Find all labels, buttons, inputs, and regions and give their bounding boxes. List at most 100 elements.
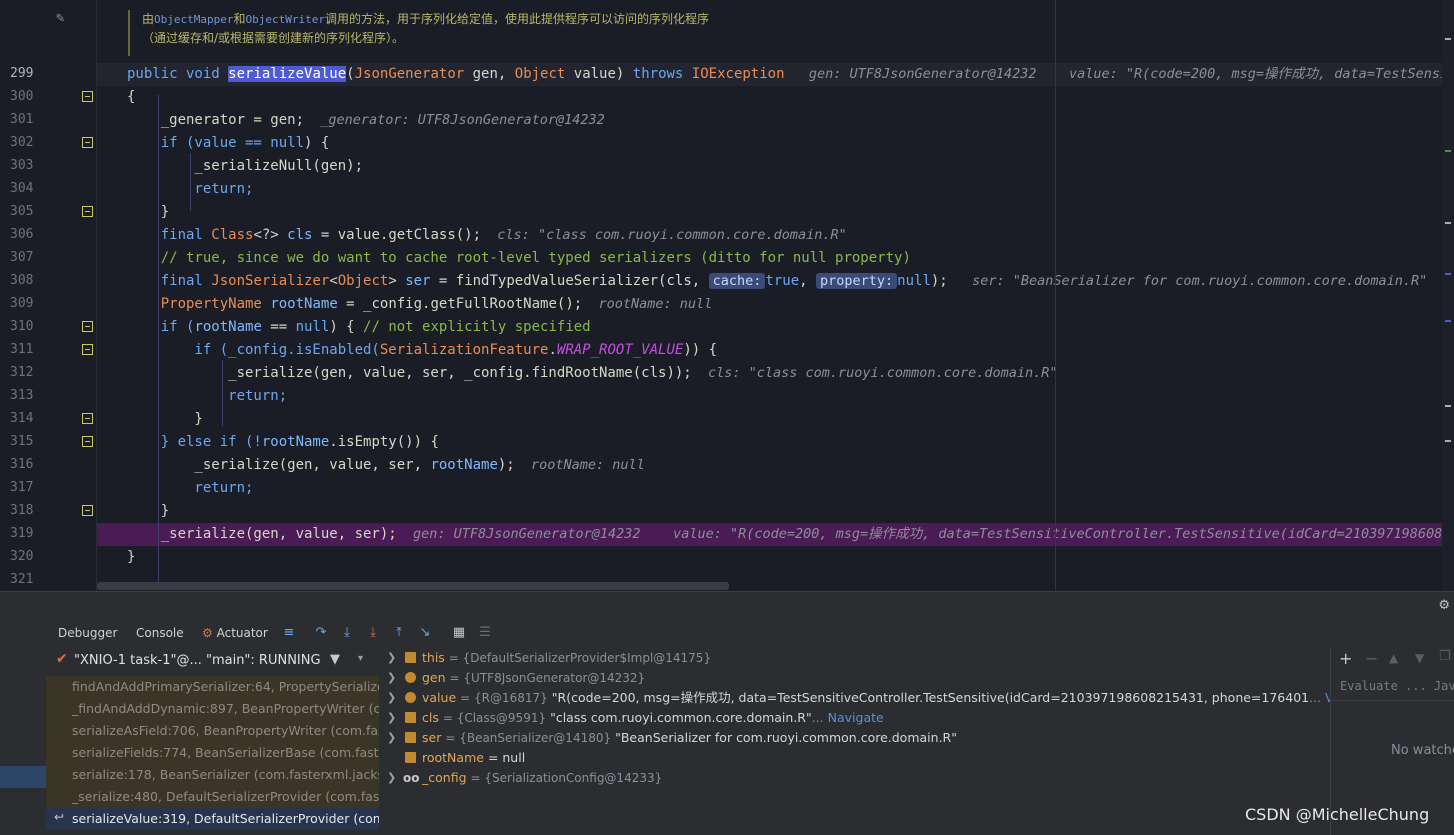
fold-marker-icon[interactable]: [82, 321, 93, 332]
tab-debugger[interactable]: Debugger: [58, 620, 117, 650]
settings-gear-icon[interactable]: ⚙: [1438, 598, 1450, 613]
gutter-line[interactable]: 312: [0, 362, 96, 385]
code-line[interactable]: _serialize(gen, value, ser); gen: UTF8Js…: [97, 523, 1454, 546]
variable-action-link[interactable]: ... Navigate: [812, 710, 884, 725]
variable-row[interactable]: rootName = null: [379, 748, 1330, 768]
code-line[interactable]: public void serializeValue(JsonGenerator…: [97, 63, 1454, 86]
gutter-line[interactable]: 309: [0, 293, 96, 316]
gutter-line[interactable]: 316: [0, 454, 96, 477]
code-line[interactable]: }: [97, 546, 1454, 569]
force-step-into-icon[interactable]: ⤓: [364, 623, 382, 643]
code-line[interactable]: {: [97, 86, 1454, 109]
gutter-line[interactable]: 310: [0, 316, 96, 339]
stack-frame[interactable]: findAndAddPrimarySerializer:64, Property…: [46, 676, 379, 698]
code-line[interactable]: }: [97, 201, 1454, 224]
code-line[interactable]: final Class<?> cls = value.getClass(); c…: [97, 224, 1454, 247]
gutter-line[interactable]: 299: [0, 63, 96, 86]
code-line[interactable]: _serializeNull(gen);: [97, 155, 1454, 178]
code-line[interactable]: _serialize(gen, value, ser, rootName); r…: [97, 454, 1454, 477]
stack-frame[interactable]: serializeAsField:706, BeanPropertyWriter…: [46, 720, 379, 742]
variable-action-link[interactable]: ... View: [1309, 690, 1330, 705]
remove-watch-icon[interactable]: −: [1365, 649, 1378, 668]
gutter-line[interactable]: 304: [0, 178, 96, 201]
fold-marker-icon[interactable]: [82, 413, 93, 424]
gutter-line[interactable]: 306: [0, 224, 96, 247]
fold-marker-icon[interactable]: [82, 137, 93, 148]
gutter-line[interactable]: 305: [0, 201, 96, 224]
code-line[interactable]: }: [97, 408, 1454, 431]
gutter-line[interactable]: 313: [0, 385, 96, 408]
gutter-line[interactable]: 300: [0, 86, 96, 109]
expand-arrow-icon[interactable]: ❯: [387, 728, 396, 748]
code-line[interactable]: if (_config.isEnabled(SerializationFeatu…: [97, 339, 1454, 362]
stack-frame[interactable]: serialize:178, BeanSerializer (com.faste…: [46, 764, 379, 786]
layout-menu-icon[interactable]: ≡: [280, 623, 298, 643]
code-line[interactable]: if (value == null) {: [97, 132, 1454, 155]
gutter-line[interactable]: 318: [0, 500, 96, 523]
gutter-line[interactable]: 302: [0, 132, 96, 155]
code-line[interactable]: return;: [97, 385, 1454, 408]
tab-actuator[interactable]: ⚙ Actuator: [202, 620, 268, 648]
fold-marker-icon[interactable]: [82, 344, 93, 355]
code-line[interactable]: return;: [97, 477, 1454, 500]
frames-panel[interactable]: ✔ "XNIO-1 task-1"@... "main": RUNNING ▼ …: [46, 648, 380, 835]
variable-row[interactable]: ❯ value = {R@16817} "R(code=200, msg=操作成功…: [379, 688, 1330, 708]
gutter-line[interactable]: 307: [0, 247, 96, 270]
stack-frame[interactable]: ↩ serializeValue:319, DefaultSerializerPr…: [46, 808, 379, 830]
fold-marker-icon[interactable]: [82, 206, 93, 217]
filter-icon[interactable]: ▼: [330, 652, 340, 667]
code-line[interactable]: // true, since we do want to cache root-…: [97, 247, 1454, 270]
code-line[interactable]: _generator = gen; _generator: UTF8JsonGe…: [97, 109, 1454, 132]
thread-selector[interactable]: ✔ "XNIO-1 task-1"@... "main": RUNNING ▼ …: [46, 648, 379, 674]
code-line[interactable]: PropertyName rootName = _config.getFullR…: [97, 293, 1454, 316]
fold-marker-icon[interactable]: [82, 505, 93, 516]
code-line[interactable]: _serialize(gen, value, ser, _config.find…: [97, 362, 1454, 385]
evaluate-expression-icon[interactable]: ▦: [450, 623, 468, 643]
line-gutter[interactable]: ✎ 299 300 301 302 303 304 305 306 307 308 309 310 31…: [0, 0, 97, 591]
trace-icon[interactable]: ☰: [476, 623, 494, 643]
move-up-icon[interactable]: ▲: [1389, 651, 1398, 665]
step-out-icon[interactable]: ⤒: [390, 623, 408, 643]
variable-row[interactable]: ❯ oo _config = {SerializationConfig@14233}: [379, 768, 1330, 788]
tab-console[interactable]: Console: [136, 620, 184, 648]
expand-arrow-icon[interactable]: ❯: [387, 668, 396, 688]
variables-panel[interactable]: ❯ this = {DefaultSerializerProvider$Impl@…: [379, 648, 1330, 835]
variable-row[interactable]: ❯ this = {DefaultSerializerProvider$Impl@…: [379, 648, 1330, 668]
gutter-line[interactable]: 314: [0, 408, 96, 431]
gutter-line[interactable]: 303: [0, 155, 96, 178]
variable-row[interactable]: ❯ ser = {BeanSerializer@14180} "BeanSeria…: [379, 728, 1330, 748]
editor-scrollbar[interactable]: [1442, 0, 1454, 591]
step-into-icon[interactable]: ⤓: [338, 623, 356, 643]
gutter-line[interactable]: 320: [0, 546, 96, 569]
code-line[interactable]: if (rootName == null) { // not explicitl…: [97, 316, 1454, 339]
stack-frame[interactable]: serializeFields:774, BeanSerializerBase …: [46, 742, 379, 764]
code-editor[interactable]: ✎ 299 300 301 302 303 304 305 306 307 308 309 310 31…: [0, 0, 1454, 591]
expand-arrow-icon[interactable]: ❯: [387, 708, 396, 728]
run-to-cursor-icon[interactable]: ↘: [416, 623, 434, 643]
gutter-line[interactable]: 319: [0, 523, 96, 546]
thread-dropdown-icon[interactable]: ▾: [358, 653, 363, 664]
code-line[interactable]: }: [97, 500, 1454, 523]
horizontal-scrollbar[interactable]: [97, 582, 729, 590]
gutter-line[interactable]: 311: [0, 339, 96, 362]
expand-arrow-icon[interactable]: ❯: [387, 688, 396, 708]
variable-row[interactable]: ❯ cls = {Class@9591} "class com.ruoyi.com…: [379, 708, 1330, 728]
gutter-line[interactable]: 321: [0, 569, 96, 591]
gutter-line[interactable]: 301: [0, 109, 96, 132]
fold-marker-icon[interactable]: [82, 436, 93, 447]
code-lines[interactable]: public void serializeValue(JsonGenerator…: [97, 0, 1454, 591]
stack-frame[interactable]: _serialize:480, DefaultSerializerProvide…: [46, 786, 379, 808]
gutter-line[interactable]: 317: [0, 477, 96, 500]
expand-arrow-icon[interactable]: ❯: [387, 648, 396, 668]
code-line[interactable]: return;: [97, 178, 1454, 201]
duplicate-watch-icon[interactable]: ❐: [1439, 649, 1451, 664]
evaluate-input[interactable]: Evaluate ... Java: [1331, 674, 1454, 701]
edit-pencil-icon[interactable]: ✎: [56, 10, 64, 26]
step-over-icon[interactable]: ↷: [312, 623, 330, 643]
gutter-line[interactable]: 308: [0, 270, 96, 293]
code-line[interactable]: final JsonSerializer<Object> ser = findT…: [97, 270, 1454, 293]
fold-marker-icon[interactable]: [82, 91, 93, 102]
add-watch-icon[interactable]: +: [1339, 649, 1352, 668]
gutter-line[interactable]: 315: [0, 431, 96, 454]
variable-row[interactable]: ❯ gen = {UTF8JsonGenerator@14232}: [379, 668, 1330, 688]
